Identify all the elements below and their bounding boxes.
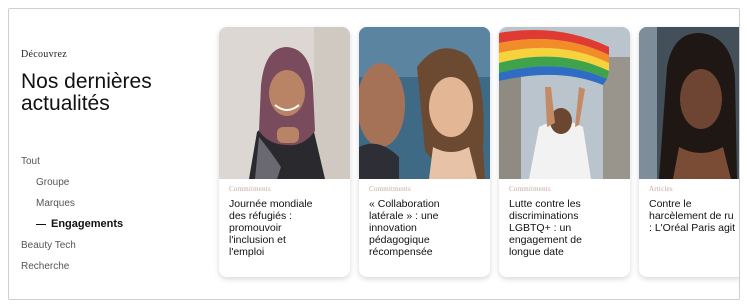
- filter-beauty-tech[interactable]: Beauty Tech: [21, 235, 123, 256]
- news-card[interactable]: Articles Contre le harcèlement de ru : L…: [639, 27, 739, 277]
- filter-tout[interactable]: Tout: [21, 151, 123, 172]
- category-filter-list: Tout Groupe Marques Engagements Beauty T…: [21, 151, 123, 277]
- card-photo: [219, 27, 350, 179]
- card-title[interactable]: « Collaboration latérale » : une innovat…: [369, 198, 490, 258]
- news-card[interactable]: Commitments Lutte contre les discriminat…: [499, 27, 630, 277]
- card-title[interactable]: Lutte contre les discriminations LGBTQ+ …: [509, 198, 630, 258]
- filter-marques[interactable]: Marques: [21, 193, 123, 214]
- card-photo: [359, 27, 490, 179]
- card-photo: [639, 27, 739, 179]
- card-photo: [499, 27, 630, 179]
- filter-engagements-label: Engagements: [51, 218, 124, 230]
- card-category: Commitments: [369, 185, 411, 193]
- news-section: Découvrez Nos dernières actualités Tout …: [8, 8, 740, 300]
- card-title[interactable]: Contre le harcèlement de ru : L'Oréal Pa…: [649, 198, 739, 234]
- card-category: Commitments: [509, 185, 551, 193]
- carousel-scrollbar[interactable]: [243, 299, 635, 300]
- active-indicator: [36, 223, 46, 225]
- filter-recherche[interactable]: Recherche: [21, 256, 123, 277]
- news-card[interactable]: Commitments « Collaboration latérale » :…: [359, 27, 490, 277]
- news-card[interactable]: Commitments Journée mondiale des réfugié…: [219, 27, 350, 277]
- card-category: Commitments: [229, 185, 271, 193]
- section-title: Nos dernières actualités: [21, 70, 152, 115]
- card-category: Articles: [649, 185, 673, 193]
- section-eyebrow: Découvrez: [21, 49, 68, 60]
- filter-groupe[interactable]: Groupe: [21, 172, 123, 193]
- filter-engagements[interactable]: Engagements: [21, 214, 123, 235]
- carousel-scroll-thumb[interactable]: [399, 299, 485, 300]
- card-title[interactable]: Journée mondiale des réfugiés : promouvo…: [229, 198, 350, 258]
